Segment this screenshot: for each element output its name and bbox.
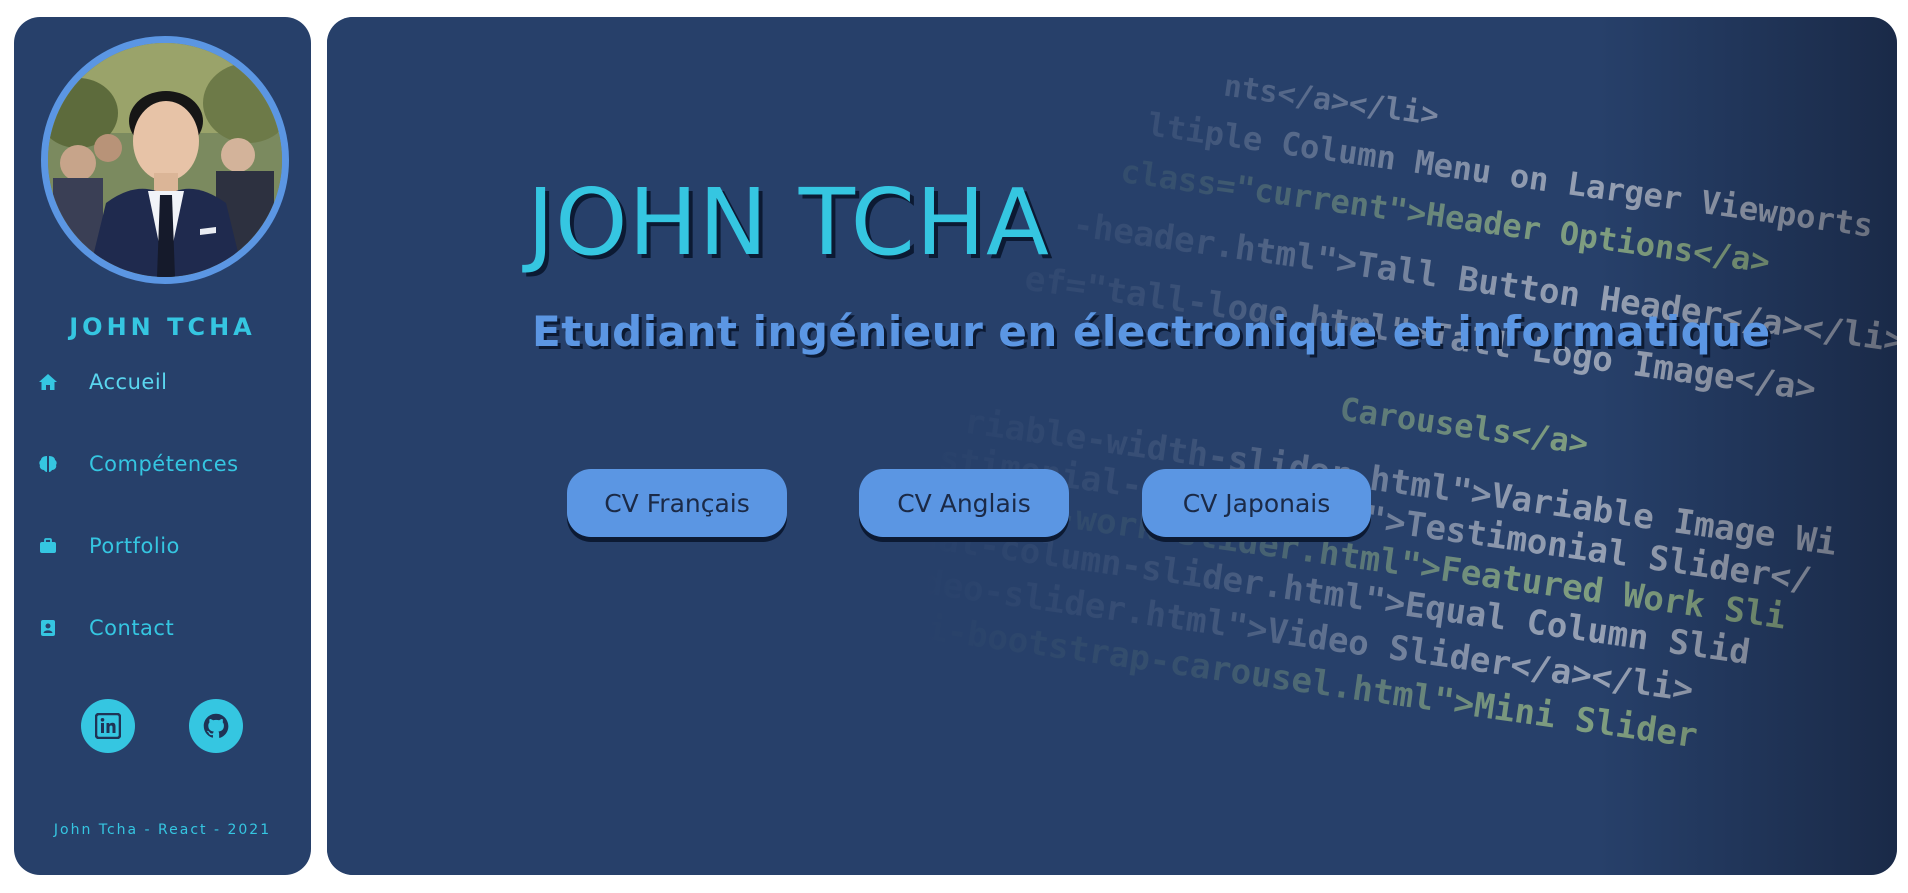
- avatar: [41, 36, 289, 284]
- address-book-icon: [36, 616, 60, 640]
- nav-item-portfolio[interactable]: Portfolio: [36, 529, 180, 563]
- hero-edge-shade: [1597, 17, 1897, 875]
- github-icon: [203, 713, 229, 738]
- cv-japonais-button[interactable]: CV Japonais: [1142, 469, 1371, 537]
- nav-label: Accueil: [89, 370, 168, 394]
- nav-item-competences[interactable]: Compétences: [36, 447, 239, 481]
- hero-subtitle: Etudiant ingénieur en électronique et in…: [532, 307, 1771, 356]
- briefcase-icon: [36, 534, 60, 558]
- hero-section: nts</a></li>ltiple Column Menu on Larger…: [327, 17, 1897, 875]
- sidebar-footer: John Tcha - React - 2021: [53, 822, 272, 838]
- nav-label: Portfolio: [89, 534, 180, 558]
- cv-anglais-button[interactable]: CV Anglais: [859, 469, 1069, 537]
- github-button[interactable]: [189, 699, 243, 753]
- nav-item-contact[interactable]: Contact: [36, 611, 174, 645]
- sidebar-name: JOHN TCHA: [69, 313, 256, 341]
- brain-icon: [36, 452, 60, 476]
- sidebar: JOHN TCHA Accueil Compétences Portfolio …: [14, 17, 311, 875]
- nav-label: Contact: [89, 616, 175, 640]
- linkedin-button[interactable]: [81, 699, 135, 753]
- nav-label: Compétences: [89, 452, 239, 476]
- linkedin-icon: [95, 713, 121, 739]
- cv-francais-button[interactable]: CV Français: [567, 469, 787, 537]
- home-icon: [36, 370, 60, 394]
- nav-item-accueil[interactable]: Accueil: [36, 365, 168, 399]
- app-root: JOHN TCHA Accueil Compétences Portfolio …: [0, 0, 1908, 893]
- hero-title: JOHN TCHA: [527, 169, 1050, 276]
- profile-photo: [48, 43, 282, 277]
